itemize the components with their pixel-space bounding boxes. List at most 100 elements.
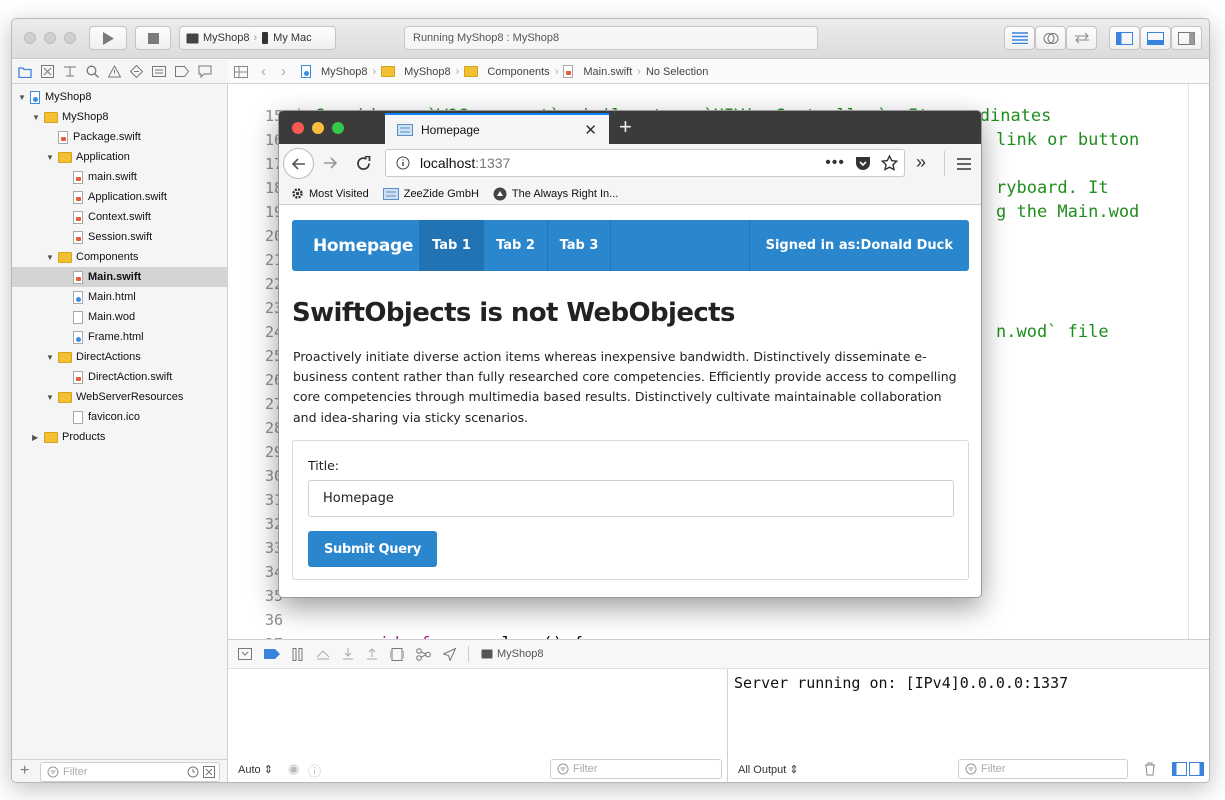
breadcrumb-group[interactable]: MyShop8	[404, 66, 450, 78]
url-bar[interactable]: localhost:1337 •••	[385, 149, 905, 177]
standard-editor-button[interactable]	[1004, 26, 1035, 50]
info-icon[interactable]: ⓘ	[308, 761, 321, 780]
nav-tab-3[interactable]: Tab 3	[547, 220, 611, 271]
search-icon[interactable]	[86, 65, 99, 78]
tree-row-group[interactable]: ▼ Components	[12, 247, 228, 267]
tree-row-file[interactable]: Context.swift	[12, 207, 228, 227]
related-items-icon[interactable]	[234, 65, 248, 78]
step-over-icon[interactable]	[316, 648, 330, 660]
browser-tab-active[interactable]: Homepage ✕	[385, 113, 609, 144]
disclosure-open-icon[interactable]: ▼	[46, 353, 56, 362]
breadcrumb-file[interactable]: Main.swift	[583, 66, 632, 78]
step-into-icon[interactable]	[342, 648, 354, 660]
tree-row-group[interactable]: ▼ MyShop8	[12, 107, 228, 127]
tree-row-group[interactable]: ▼ WebServerResources	[12, 387, 228, 407]
breadcrumb-symbol[interactable]: No Selection	[646, 66, 708, 78]
site-brand[interactable]: Homepage	[292, 220, 419, 271]
run-button[interactable]	[89, 26, 127, 50]
console-filter-input[interactable]: Filter	[958, 759, 1128, 779]
zoom-window-button[interactable]	[332, 122, 344, 134]
disclosure-open-icon[interactable]: ▼	[46, 253, 56, 262]
source-control-icon[interactable]	[41, 65, 54, 78]
hamburger-menu-icon[interactable]	[957, 158, 971, 170]
tree-row-file-selected[interactable]: Main.swift	[12, 267, 228, 287]
minimize-window-button[interactable]	[312, 122, 324, 134]
title-input[interactable]: Homepage	[308, 480, 954, 517]
tree-row-file[interactable]: Package.swift	[12, 127, 228, 147]
tree-row-file[interactable]: Session.swift	[12, 227, 228, 247]
console-view[interactable]: Server running on: [IPv4]0.0.0.0:1337 Al…	[728, 669, 1209, 782]
pause-icon[interactable]	[292, 647, 304, 661]
bookmark-always-right[interactable]: The Always Right In...	[493, 187, 618, 201]
assistant-editor-button[interactable]	[1035, 26, 1066, 50]
tree-row-file[interactable]: DirectAction.swift	[12, 367, 228, 387]
bookmark-most-visited[interactable]: Most Visited	[291, 187, 369, 200]
tree-row-file[interactable]: Frame.html	[12, 327, 228, 347]
test-icon[interactable]	[130, 65, 143, 78]
back-arrow-icon[interactable]: ‹	[261, 63, 266, 80]
pocket-icon[interactable]	[855, 156, 871, 171]
nav-tab-1[interactable]: Tab 1	[419, 220, 483, 271]
nav-tab-2[interactable]: Tab 2	[483, 220, 547, 271]
minimize-window-button[interactable]	[44, 32, 56, 44]
close-window-button[interactable]	[24, 32, 36, 44]
report-icon[interactable]	[198, 65, 212, 78]
trash-icon[interactable]	[1144, 762, 1156, 776]
navigator-filter-input[interactable]: Filter	[40, 762, 220, 782]
disclosure-closed-icon[interactable]: ▶	[32, 433, 42, 442]
hide-debug-area-icon[interactable]	[238, 648, 252, 660]
tree-row-group[interactable]: ▼ Application	[12, 147, 228, 167]
zoom-window-button[interactable]	[64, 32, 76, 44]
view-hierarchy-icon[interactable]	[390, 647, 404, 661]
location-icon[interactable]	[443, 647, 456, 661]
star-icon[interactable]	[881, 155, 898, 171]
variables-scope-select[interactable]: Auto ⇕	[238, 763, 273, 776]
breadcrumb-project[interactable]: MyShop8	[321, 66, 367, 78]
tree-row-group[interactable]: ▼ DirectActions	[12, 347, 228, 367]
toggle-navigator-button[interactable]	[1109, 26, 1140, 50]
close-tab-icon[interactable]: ✕	[584, 121, 597, 139]
tree-row-file[interactable]: Main.html	[12, 287, 228, 307]
toggle-utilities-button[interactable]	[1171, 26, 1202, 50]
add-icon[interactable]: +	[20, 762, 29, 780]
step-out-icon[interactable]	[366, 648, 378, 660]
tree-row-group[interactable]: ▶ Products	[12, 427, 228, 447]
editor-scrollbar[interactable]	[1188, 84, 1189, 639]
scm-filter-icon[interactable]	[203, 766, 215, 778]
eye-icon[interactable]: ◉	[288, 761, 299, 777]
symbol-icon[interactable]	[63, 65, 77, 78]
version-editor-button[interactable]	[1066, 26, 1097, 50]
clock-icon[interactable]	[187, 766, 199, 778]
toggle-debug-area-button[interactable]	[1140, 26, 1171, 50]
folder-icon[interactable]	[18, 66, 32, 78]
back-button[interactable]	[283, 148, 314, 179]
page-actions-icon[interactable]: •••	[825, 154, 845, 172]
output-mode-select[interactable]: All Output ⇕	[738, 763, 799, 776]
tree-row-file[interactable]: Main.wod	[12, 307, 228, 327]
scheme-selector[interactable]: MyShop8 › My Mac	[179, 26, 336, 50]
info-icon[interactable]	[396, 156, 410, 170]
debug-icon[interactable]	[152, 65, 166, 78]
signed-in-label[interactable]: Signed in as:Donald Duck	[748, 220, 969, 271]
forward-arrow-icon[interactable]: ›	[281, 63, 286, 80]
split-view-icon[interactable]	[1172, 762, 1204, 776]
tree-row-file[interactable]: favicon.ico	[12, 407, 228, 427]
tree-row-file[interactable]: main.swift	[12, 167, 228, 187]
close-window-button[interactable]	[292, 122, 304, 134]
stop-button[interactable]	[135, 26, 171, 50]
submit-query-button[interactable]: Submit Query	[308, 531, 437, 567]
breakpoint-icon[interactable]	[175, 66, 189, 77]
disclosure-open-icon[interactable]: ▼	[18, 93, 28, 102]
breakpoints-toggle-icon[interactable]	[264, 649, 280, 659]
disclosure-open-icon[interactable]: ▼	[32, 113, 42, 122]
breadcrumb-folder[interactable]: Components	[487, 66, 549, 78]
arrow-right-icon[interactable]	[323, 156, 338, 170]
variables-filter-input[interactable]: Filter	[550, 759, 722, 779]
bookmark-zeezide[interactable]: ZeeZide GmbH	[382, 187, 479, 200]
new-tab-icon[interactable]: +	[619, 114, 632, 140]
overflow-chevrons-icon[interactable]: »	[916, 152, 926, 173]
memory-graph-icon[interactable]	[416, 647, 431, 661]
warning-icon[interactable]	[108, 65, 121, 78]
disclosure-open-icon[interactable]: ▼	[46, 153, 56, 162]
tree-row-project[interactable]: ▼ MyShop8	[12, 87, 228, 107]
